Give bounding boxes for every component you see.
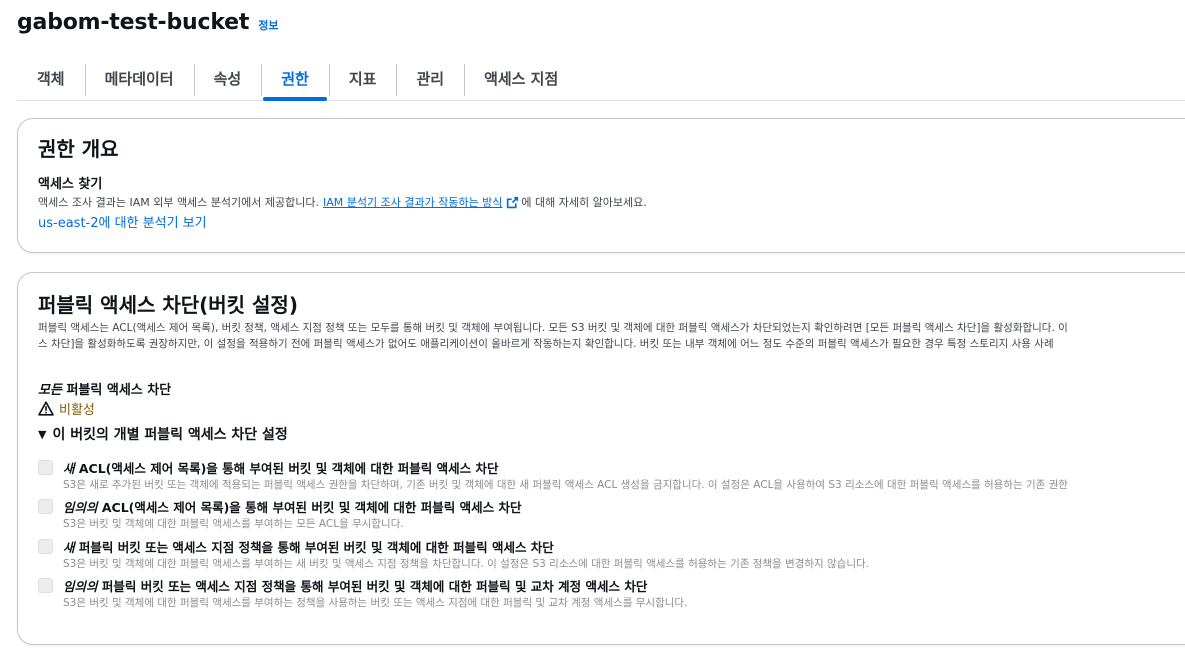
tab-objects[interactable]: 객체 <box>17 60 85 101</box>
label-text: ACL(액세스 제어 목록)을 통해 부여된 버킷 및 객체에 대한 퍼블릭 액… <box>74 461 499 476</box>
tab-label: 관리 <box>416 70 445 88</box>
tab-management[interactable]: 관리 <box>396 60 464 101</box>
tab-access-points[interactable]: 액세스 지점 <box>464 60 578 101</box>
page-title: gabom-test-bucket <box>17 10 250 35</box>
emphasis-text: 임의의 <box>63 500 98 515</box>
label-text: ACL(액세스 제어 목록)을 통해 부여된 버킷 및 객체에 대한 퍼블릭 액… <box>97 500 522 515</box>
setting-label: 임의의 퍼블릭 버킷 또는 액세스 지점 정책을 통해 부여된 버킷 및 객체에… <box>63 576 647 595</box>
description-text: 액세스 조사 결과는 IAM 외부 액세스 분석기에서 제공합니다. <box>38 196 319 209</box>
description-text: 에 대해 자세히 알아보세요. <box>521 196 647 209</box>
tab-label: 권한 <box>281 70 309 88</box>
tab-label: 메타데이터 <box>104 70 174 88</box>
caret-down-icon: ▼ <box>38 427 47 441</box>
access-findings-heading: 액세스 찾기 <box>38 177 103 192</box>
setting-description: S3은 새로 추가된 버킷 또는 객체에 적용되는 퍼블릭 액세스 권한을 차단… <box>63 479 1068 491</box>
emphasis-text: 새 <box>63 540 75 555</box>
status-indicator: 비활성 <box>38 399 95 418</box>
tab-label: 속성 <box>213 70 242 88</box>
description-line: 스 차단]을 활성화하도록 권장하지만, 이 설정을 적용하기 전에 퍼블릭 액… <box>38 338 1054 350</box>
setting-checkbox[interactable] <box>38 578 53 593</box>
label-text: 퍼블릭 버킷 또는 액세스 지점 정책을 통해 부여된 버킷 및 객체에 대한 … <box>97 579 648 594</box>
setting-label: 새 퍼블릭 버킷 또는 액세스 지점 정책을 통해 부여된 버킷 및 객체에 대… <box>63 537 554 556</box>
description-line: 퍼블릭 액세스는 ACL(액세스 제어 목록), 버킷 정책, 액세스 지점 정… <box>38 322 1068 334</box>
tab-bar: 객체 메타데이터 속성 권한 지표 관리 액세스 지점 <box>17 60 1185 101</box>
block-public-access-panel: 퍼블릭 액세스 차단(버킷 설정) 퍼블릭 액세스는 ACL(액세스 제어 목록… <box>17 272 1185 645</box>
warning-icon <box>38 401 54 416</box>
page-header: gabom-test-bucket 정보 <box>17 10 278 35</box>
status-text: 비활성 <box>59 403 95 418</box>
tab-metrics[interactable]: 지표 <box>328 60 397 101</box>
access-findings-description: 액세스 조사 결과는 IAM 외부 액세스 분석기에서 제공합니다. IAM 분… <box>38 194 647 210</box>
individual-settings-expander[interactable]: ▼ 이 버킷의 개별 퍼블릭 액세스 차단 설정 <box>38 424 288 444</box>
iam-analyzer-learn-link[interactable]: IAM 분석기 조사 결과가 작동하는 방식 <box>323 194 502 210</box>
tab-permissions[interactable]: 권한 <box>261 60 329 101</box>
setting-description: S3은 버킷 및 객체에 대한 퍼블릭 액세스를 부여하는 모든 ACL을 무시… <box>63 518 404 530</box>
setting-checkbox[interactable] <box>38 460 53 475</box>
tab-label: 객체 <box>37 70 65 88</box>
external-link-icon[interactable] <box>506 196 519 209</box>
tab-metadata[interactable]: 메타데이터 <box>84 60 194 101</box>
expander-label: 이 버킷의 개별 퍼블릭 액세스 차단 설정 <box>52 427 288 443</box>
block-all-public-access-label: 모든 퍼블릭 액세스 차단 <box>38 379 171 398</box>
panel-heading: 퍼블릭 액세스 차단(버킷 설정) <box>38 293 298 317</box>
permissions-overview-panel: 권한 개요 액세스 찾기 액세스 조사 결과는 IAM 외부 액세스 분석기에서… <box>17 118 1185 253</box>
setting-description: S3은 버킷 및 객체에 대한 퍼블릭 액세스를 부여하는 정책을 사용하는 버… <box>63 597 688 609</box>
tab-label: 액세스 지점 <box>484 70 559 88</box>
s3-bucket-permissions-page: gabom-test-bucket 정보 객체 메타데이터 속성 권한 지표 관… <box>0 0 1185 655</box>
info-link[interactable]: 정보 <box>258 17 278 33</box>
panel-heading: 권한 개요 <box>38 137 119 161</box>
view-analyzer-link[interactable]: us-east-2에 대한 분석기 보기 <box>38 212 207 231</box>
setting-description: S3은 버킷 및 객체에 대한 퍼블릭 액세스를 부여하는 새 버킷 및 액세스… <box>63 558 870 570</box>
tab-label: 지표 <box>348 70 377 88</box>
tab-properties[interactable]: 속성 <box>193 60 262 101</box>
emphasis-text: 모든 <box>38 383 62 398</box>
emphasis-text: 새 <box>63 461 75 476</box>
label-text: 퍼블릭 버킷 또는 액세스 지점 정책을 통해 부여된 버킷 및 객체에 대한 … <box>74 540 554 555</box>
emphasis-text: 임의의 <box>63 579 98 594</box>
setting-label: 새 ACL(액세스 제어 목록)을 통해 부여된 버킷 및 객체에 대한 퍼블릭… <box>63 458 498 477</box>
label-text: 퍼블릭 액세스 차단 <box>61 383 172 398</box>
setting-label: 임의의 ACL(액세스 제어 목록)을 통해 부여된 버킷 및 객체에 대한 퍼… <box>63 497 521 516</box>
setting-checkbox[interactable] <box>38 539 53 554</box>
block-public-access-description: 퍼블릭 액세스는 ACL(액세스 제어 목록), 버킷 정책, 액세스 지점 정… <box>38 320 1185 352</box>
setting-checkbox[interactable] <box>38 499 53 514</box>
